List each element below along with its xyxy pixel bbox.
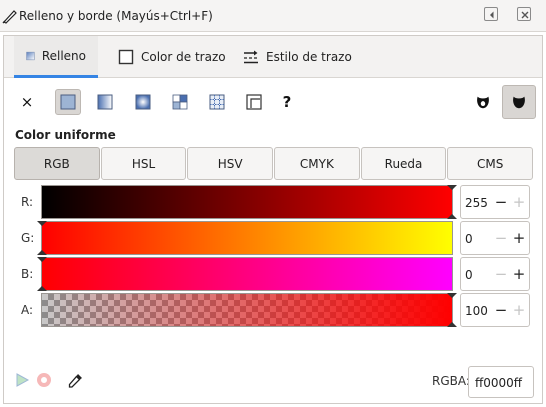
out-of-gamut-icon: [37, 373, 51, 387]
flat-color-icon: [60, 94, 76, 110]
channel-a-marker-bottom[interactable]: [447, 322, 457, 327]
rgba-value[interactable]: ff0000ff: [475, 376, 522, 390]
channel-a-value[interactable]: 100: [465, 304, 488, 318]
mode-rgb-label: RGB: [43, 156, 70, 171]
rgba-input[interactable]: ff0000ff: [468, 366, 534, 398]
unset-paint-button[interactable]: ?: [274, 89, 300, 115]
channel-a-marker-top[interactable]: [447, 293, 457, 298]
channel-g-spinbox[interactable]: 0 − +: [460, 221, 530, 255]
channel-b-label: B:: [21, 267, 34, 281]
section-label: Color uniforme: [15, 128, 116, 142]
channel-g-label: G:: [21, 231, 35, 245]
swatch-icon: [246, 94, 262, 110]
channel-b-spinbox[interactable]: 0 − +: [460, 257, 530, 291]
channel-r-increment[interactable]: +: [512, 194, 526, 210]
close-icon: [521, 11, 529, 19]
radial-gradient-icon: [135, 94, 151, 110]
channel-r-marker-bottom[interactable]: [447, 214, 457, 219]
channel-a-increment[interactable]: +: [512, 302, 526, 318]
channel-b-marker-bottom[interactable]: [37, 286, 47, 291]
channel-row-b: B: 0 − +: [4, 257, 544, 291]
mode-hsl-label: HSL: [131, 156, 156, 171]
pattern-icon: [209, 94, 225, 110]
channel-g-marker-top[interactable]: [37, 221, 47, 226]
window-title: Relleno y borde (Mayús+Ctrl+F): [19, 9, 213, 23]
channel-r-decrement[interactable]: −: [494, 194, 508, 210]
channel-r-gradient: [42, 186, 452, 218]
fill-swatch-icon: [26, 51, 35, 60]
unset-paint-icon: ?: [282, 93, 292, 111]
channel-g-value[interactable]: 0: [465, 232, 473, 246]
mesh-gradient-icon: [172, 94, 188, 110]
channel-a-spinbox[interactable]: 100 − +: [460, 293, 530, 327]
channel-row-g: G: 0 − +: [4, 221, 544, 255]
channel-r-label: R:: [21, 195, 34, 209]
mode-hsv-label: HSV: [217, 156, 243, 171]
fill-stroke-panel: Relleno Color de trazo Estilo de trazo ×: [3, 35, 543, 404]
channel-b-slider[interactable]: [37, 257, 453, 291]
fill-rule-evenodd-icon: [477, 96, 489, 109]
channel-a-gradient: [42, 294, 452, 326]
pattern-button[interactable]: [204, 89, 230, 115]
channel-g-marker-bottom[interactable]: [37, 250, 47, 255]
mode-cmyk[interactable]: CMYK: [274, 147, 360, 180]
radial-gradient-button[interactable]: [130, 89, 156, 115]
channel-row-a: A: 100 − +: [4, 293, 544, 327]
fill-stroke-app-icon: [2, 10, 17, 24]
paint-type-row: × ?: [14, 85, 536, 119]
channel-g-increment[interactable]: +: [512, 230, 526, 246]
close-button[interactable]: [517, 7, 531, 21]
mode-cmyk-label: CMYK: [299, 156, 334, 171]
fill-rule-nonzero-button[interactable]: [502, 85, 536, 119]
tab-fill[interactable]: Relleno: [14, 36, 98, 78]
rgba-label: RGBA:: [432, 374, 470, 388]
channel-b-marker-top[interactable]: [37, 257, 47, 262]
linear-gradient-icon: [97, 94, 113, 110]
channel-r-value[interactable]: 255: [465, 196, 488, 210]
color-mode-selector: RGB HSL HSV CMYK Rueda CMS: [14, 147, 534, 180]
channel-a-slider[interactable]: [41, 293, 457, 327]
mode-cms-label: CMS: [477, 156, 504, 171]
channel-r-slider[interactable]: [41, 185, 457, 219]
swatch-button[interactable]: [241, 89, 267, 115]
stroke-style-icon: [244, 50, 258, 64]
color-managed-icon: [16, 373, 30, 387]
channel-a-decrement[interactable]: −: [494, 302, 508, 318]
flat-color-button[interactable]: [55, 89, 81, 115]
tab-stroke-style-label: Estilo de trazo: [266, 50, 352, 64]
channel-b-decrement[interactable]: −: [494, 266, 508, 282]
channel-b-increment[interactable]: +: [512, 266, 526, 282]
channel-g-decrement[interactable]: −: [494, 230, 508, 246]
channel-row-r: R: 255 − +: [4, 185, 544, 219]
eyedropper-icon[interactable]: [67, 371, 85, 389]
no-paint-icon: ×: [20, 93, 34, 111]
linear-gradient-button[interactable]: [92, 89, 118, 115]
mode-wheel-label: Rueda: [384, 156, 423, 171]
tab-stroke-paint-label: Color de trazo: [141, 50, 226, 64]
channel-b-value[interactable]: 0: [465, 268, 473, 282]
fill-rule-nonzero-icon: [513, 96, 525, 109]
channel-r-marker-top[interactable]: [447, 185, 457, 190]
channel-r-spinbox[interactable]: 255 − +: [460, 185, 530, 219]
channel-g-slider[interactable]: [37, 221, 453, 255]
mode-wheel[interactable]: Rueda: [360, 147, 447, 180]
tab-stroke-style[interactable]: Estilo de trazo: [231, 36, 364, 78]
tab-bar: Relleno Color de trazo Estilo de trazo: [4, 36, 542, 78]
mode-hsl[interactable]: HSL: [100, 147, 187, 180]
mode-cms[interactable]: CMS: [447, 147, 534, 180]
no-paint-button[interactable]: ×: [14, 89, 40, 115]
mode-hsv[interactable]: HSV: [187, 147, 274, 180]
stroke-paint-icon: [118, 49, 134, 65]
channel-a-label: A:: [21, 303, 34, 317]
channel-g-gradient: [42, 222, 452, 254]
arrow-left-icon: [490, 11, 494, 19]
mode-rgb[interactable]: RGB: [14, 147, 100, 180]
mesh-gradient-button[interactable]: [167, 89, 193, 115]
tab-fill-label: Relleno: [41, 48, 86, 63]
tab-stroke-paint[interactable]: Color de trazo: [106, 36, 238, 78]
channel-b-gradient: [42, 258, 452, 290]
dock-button[interactable]: [484, 7, 498, 21]
fill-rule-evenodd-button[interactable]: [470, 89, 496, 115]
title-bar: Relleno y borde (Mayús+Ctrl+F): [0, 0, 546, 32]
